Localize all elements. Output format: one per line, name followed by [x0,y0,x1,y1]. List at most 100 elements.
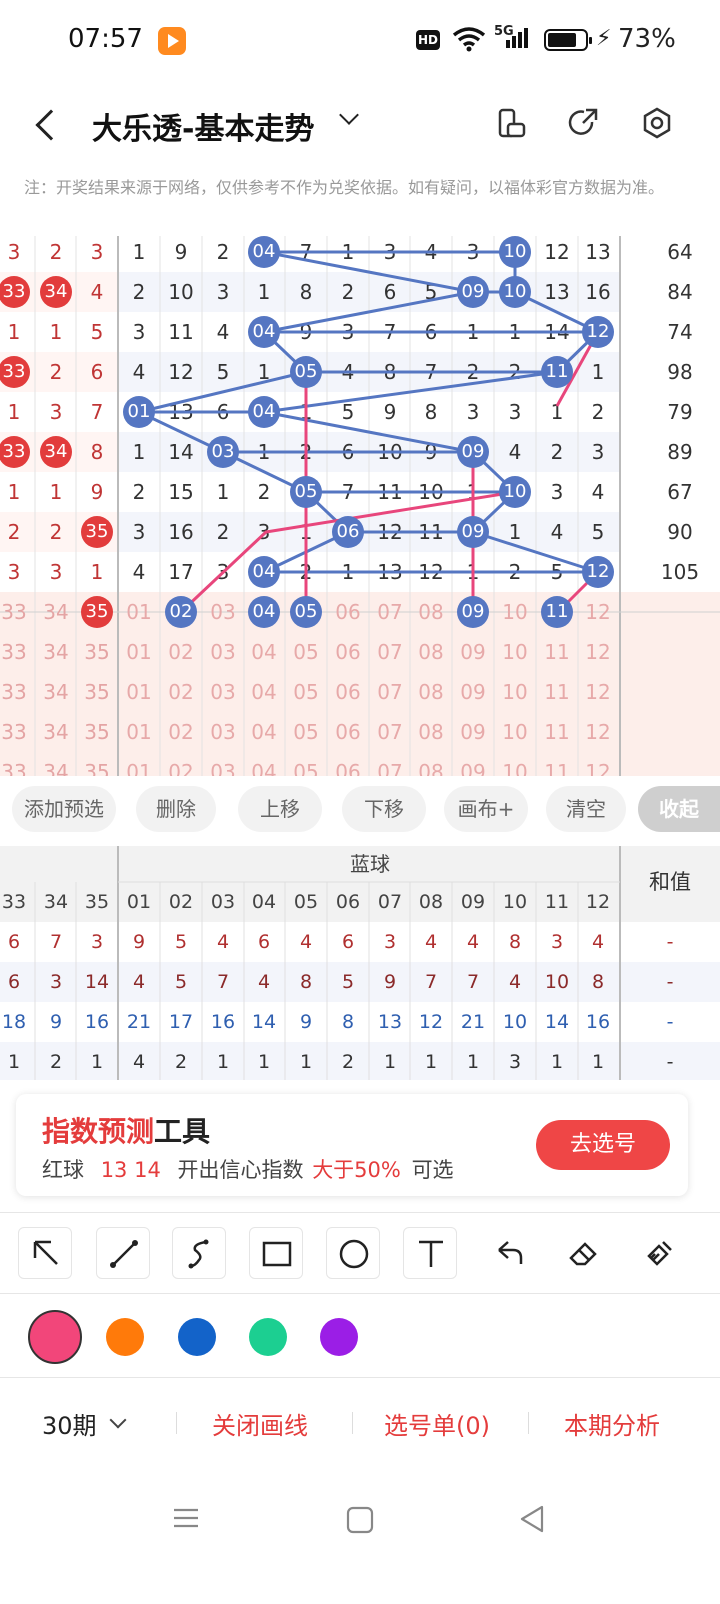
stats-blue-value: 4 [132,1051,146,1073]
period-selector[interactable]: 30期 [42,1406,97,1441]
selected-blue-ball[interactable]: 09 [457,596,489,628]
selected-red-ball[interactable]: 35 [81,596,113,628]
back-nav-icon[interactable] [518,1504,546,1538]
go-select-button[interactable]: 去选号 [536,1120,670,1170]
blue-ball-hit[interactable]: 10 [499,236,531,268]
blue-ball-hit[interactable]: 01 [123,396,155,428]
stats-blue-value: 8 [508,931,522,953]
color-swatch-orange[interactable] [106,1318,144,1356]
home-icon[interactable] [346,1506,374,1538]
back-icon[interactable] [35,109,67,141]
blue-ball-hit[interactable]: 04 [248,316,280,348]
trend-grid[interactable]: 3 2 3 1 9 2 7 1 3 4 3 12 13 64 4 2 10 3 1 8 2 6 5 13 16 84 1 1 5 3 11 4… [0,236,720,776]
selected-blue-ball[interactable]: 04 [248,596,280,628]
curve-tool-icon[interactable] [172,1227,226,1279]
stats-blue-value: 9 [383,971,397,993]
rotate-screen-icon[interactable] [494,106,528,140]
stats-sum-value: - [666,931,674,953]
stats-red-value: 3 [49,971,63,993]
selection-list-button[interactable]: 选号单(0) [384,1406,490,1441]
blue-ball-hit[interactable]: 11 [541,356,573,388]
rectangle-tool-icon[interactable] [249,1227,303,1279]
stats-blue-value: 5 [174,971,188,993]
undo-icon[interactable] [480,1227,534,1279]
share-icon[interactable] [566,106,600,140]
selected-blue-ball[interactable]: 11 [541,596,573,628]
drawing-toolbar [0,1212,720,1294]
stats-blue-value: 3 [508,1051,522,1073]
bottom-bar: 30期 关闭画线 选号单(0) 本期分析 [0,1380,720,1466]
add-preselect-button[interactable]: 添加预选 [12,786,116,832]
stats-blue-value: 9 [299,1011,313,1033]
stats-blue-value: 2 [341,1051,355,1073]
menu-icon[interactable] [172,1504,200,1536]
blue-ball-hit[interactable]: 09 [457,436,489,468]
promo-title: 指数预测工具 [42,1110,210,1150]
stats-blue-value: 21 [126,1011,152,1033]
stats-blue-value: 7 [216,971,230,993]
stats-blue-value: 7 [466,971,480,993]
period-chevron-icon[interactable] [109,1411,127,1429]
circle-tool-icon[interactable] [326,1227,380,1279]
clear-button[interactable]: 清空 [546,786,626,832]
stats-blue-value: 10 [502,1011,528,1033]
blue-ball-hit[interactable]: 12 [582,556,614,588]
selected-blue-ball[interactable]: 05 [290,596,322,628]
color-swatch-pink[interactable] [28,1310,82,1364]
blue-ball-hit[interactable]: 10 [499,476,531,508]
stats-blue-value: 1 [257,1051,271,1073]
stats-blue-value: 4 [424,931,438,953]
arrow-tool-icon[interactable] [18,1227,72,1279]
blue-ball-hit[interactable]: 03 [207,436,239,468]
move-up-button[interactable]: 上移 [238,786,322,832]
blue-ball-hit[interactable]: 04 [248,236,280,268]
canvas-plus-button[interactable]: 画布+ [444,786,528,832]
blue-ball-hit[interactable]: 10 [499,276,531,308]
app-header: 大乐透-基本走势 [0,80,720,170]
period-analysis-button[interactable]: 本期分析 [564,1406,660,1441]
stats-red-value: 3 [90,931,104,953]
blue-ball-hit[interactable]: 04 [248,556,280,588]
charging-icon: ⚡ [596,26,612,51]
promo-confidence-label: 开出信心指数 [177,1158,304,1182]
blue-ball-hit[interactable]: 09 [457,516,489,548]
red-ball-hit[interactable]: 33 [0,356,30,388]
close-drawing-button[interactable]: 关闭画线 [212,1406,308,1441]
move-down-button[interactable]: 下移 [342,786,426,832]
stats-blue-header: 03 [210,891,236,913]
color-swatch-purple[interactable] [320,1318,358,1356]
red-ball-hit[interactable]: 35 [81,516,113,548]
stats-blue-value: 4 [216,931,230,953]
blue-ball-hit[interactable]: 05 [290,356,322,388]
red-ball-hit[interactable]: 33 [0,276,30,308]
settings-icon[interactable] [640,106,674,140]
battery-icon [544,29,592,51]
disclaimer-notice: 注：开奖结果来源于网络，仅供参考不作为兑奖依据。如有疑问，以福体彩官方数据为准。 [24,178,665,197]
red-ball-hit[interactable]: 34 [40,276,72,308]
clear-brush-icon[interactable] [632,1227,686,1279]
action-toolbar: 添加预选 删除 上移 下移 画布+ 清空 收起 [0,786,720,836]
chevron-down-icon[interactable] [339,105,359,125]
eraser-icon[interactable] [556,1227,610,1279]
color-swatch-blue[interactable] [178,1318,216,1356]
blue-ball-hit[interactable]: 04 [248,396,280,428]
line-tool-icon[interactable] [96,1227,150,1279]
stats-blue-value: 1 [550,1051,564,1073]
stats-blue-value: 1 [424,1051,438,1073]
delete-button[interactable]: 删除 [136,786,216,832]
hd-icon: HD [416,30,440,50]
color-swatch-green[interactable] [249,1318,287,1356]
selected-blue-ball[interactable]: 02 [165,596,197,628]
blue-ball-hit[interactable]: 12 [582,316,614,348]
blue-ball-hit[interactable]: 05 [290,476,322,508]
blue-ball-hit[interactable]: 09 [457,276,489,308]
collapse-button[interactable]: 收起 [638,786,720,832]
text-tool-icon[interactable] [403,1227,457,1279]
stats-red-value: 9 [49,1011,63,1033]
red-ball-hit[interactable]: 33 [0,436,30,468]
stats-blue-value: 2 [174,1051,188,1073]
red-ball-hit[interactable]: 34 [40,436,72,468]
stats-blue-header: 06 [335,891,361,913]
blue-ball-hit[interactable]: 06 [332,516,364,548]
wifi-icon [452,26,486,58]
